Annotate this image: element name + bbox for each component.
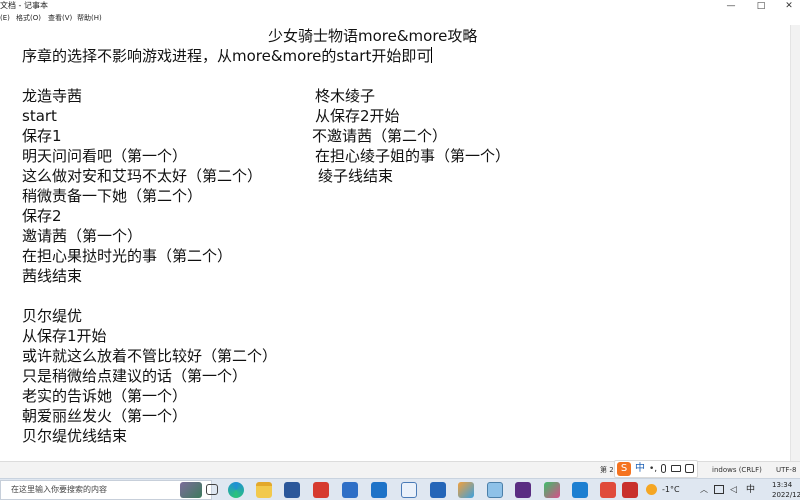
right-line: 绫子线结束 xyxy=(318,167,394,185)
left-line: 明天问问看吧（第一个） xyxy=(22,147,188,165)
left-line: 贝尔缇优线结束 xyxy=(22,427,128,445)
right-line: 从保存2开始 xyxy=(315,107,400,125)
menu-view[interactable]: 查看(V) xyxy=(48,12,72,25)
menu-format[interactable]: 格式(O) xyxy=(16,12,41,25)
search-placeholder: 在这里输入你要搜索的内容 xyxy=(11,485,107,494)
close-button[interactable]: ✕ xyxy=(778,0,800,12)
left-line: 龙造寺茜 xyxy=(22,87,83,105)
taskbar: 在这里输入你要搜索的内容 -1°C ︿ ◁ 中 13:34 2022/12 xyxy=(0,478,800,500)
menu-edit[interactable]: (E) xyxy=(0,12,10,25)
right-line: 在担心绫子姐的事（第一个） xyxy=(315,147,511,165)
left-line: 茜线结束 xyxy=(22,267,83,285)
menu-help[interactable]: 帮助(H) xyxy=(77,12,102,25)
right-line: 柊木绫子 xyxy=(315,87,376,105)
left-line: 保存2 xyxy=(22,207,62,225)
image-app-icon[interactable] xyxy=(572,482,588,498)
ime-toolbar[interactable]: S 中 •, xyxy=(614,460,698,478)
left-line: start xyxy=(22,107,57,125)
word-icon[interactable] xyxy=(284,482,300,498)
vertical-scrollbar[interactable] xyxy=(790,25,800,461)
clock[interactable]: 13:34 2022/12 xyxy=(770,479,800,500)
left-line: 保存1 xyxy=(22,127,62,145)
menu-bar: (E) 格式(O) 查看(V) 帮助(H) xyxy=(0,12,800,25)
task-view-icon[interactable] xyxy=(206,484,218,495)
left-line: 稍微责备一下她（第二个） xyxy=(22,187,203,205)
minimize-button[interactable]: — xyxy=(720,0,742,12)
encoding: UTF-8 xyxy=(776,466,797,474)
clock-time: 13:34 xyxy=(772,481,793,489)
keyboard-icon[interactable] xyxy=(671,465,681,472)
left-line: 朝爱丽丝发火（第一个） xyxy=(22,407,188,425)
maximize-button[interactable]: □ xyxy=(750,0,772,12)
left-line: 从保存1开始 xyxy=(22,327,107,345)
qq-music-icon[interactable] xyxy=(342,482,358,498)
file-explorer-icon[interactable] xyxy=(256,482,272,498)
left-line: 这么做对安和艾玛不太好（第二个） xyxy=(22,167,263,185)
ime-tray-label[interactable]: 中 xyxy=(746,479,755,500)
edge-icon[interactable] xyxy=(228,482,244,498)
left-line: 贝尔缇优 xyxy=(22,307,83,325)
weather-icon[interactable] xyxy=(646,484,657,495)
volume-icon[interactable]: ◁ xyxy=(730,479,737,500)
app-colorful-icon[interactable] xyxy=(458,482,474,498)
network-icon[interactable] xyxy=(714,485,724,494)
pdf-icon[interactable] xyxy=(313,482,329,498)
video-app-icon[interactable] xyxy=(515,482,531,498)
app-blue-icon[interactable] xyxy=(430,482,446,498)
ime-mode-label[interactable]: 中 xyxy=(635,461,645,477)
tray-expand-icon[interactable]: ︿ xyxy=(700,479,708,500)
microphone-icon[interactable] xyxy=(661,464,666,473)
left-line: 在担心果挞时光的事（第二个） xyxy=(22,247,233,265)
left-line: 邀请茜（第一个） xyxy=(22,227,143,245)
text-editor[interactable]: 少女骑士物语more&more攻略 序章的选择不影响游戏进程，从more&mor… xyxy=(0,25,790,461)
game-app-icon[interactable] xyxy=(544,482,560,498)
title-bar: 文档 - 记事本 — □ ✕ xyxy=(0,0,800,12)
clock-date: 2022/12 xyxy=(772,491,800,499)
window-title: 文档 - 记事本 xyxy=(0,1,48,10)
intro-line: 序章的选择不影响游戏进程，从more&more的start开始即可 xyxy=(22,46,433,66)
text-caret xyxy=(431,47,433,63)
cursor-position: 第 2 xyxy=(600,466,614,474)
intro-text: 序章的选择不影响游戏进程，从more&more的start开始即可 xyxy=(22,47,432,65)
punctuation-icon[interactable]: •, xyxy=(649,461,657,477)
app-network-icon[interactable] xyxy=(401,482,417,498)
temperature[interactable]: -1°C xyxy=(662,479,680,500)
left-line: 老实的告诉她（第一个） xyxy=(22,387,188,405)
red-app-icon[interactable] xyxy=(600,482,616,498)
right-line: 不邀请茜（第二个） xyxy=(312,127,448,145)
skin-icon[interactable] xyxy=(685,464,694,473)
sogou-logo-icon: S xyxy=(617,462,631,476)
left-line: 或许就这么放着不管比较好（第二个） xyxy=(22,347,278,365)
line-ending: indows (CRLF) xyxy=(712,466,762,474)
mail-icon[interactable] xyxy=(371,482,387,498)
left-line: 只是稍微给点建议的话（第一个） xyxy=(22,367,248,385)
search-highlight-icon[interactable] xyxy=(180,482,202,498)
document-title: 少女骑士物语more&more攻略 xyxy=(268,27,478,45)
notepad-icon[interactable] xyxy=(487,482,503,498)
pdf-reader-icon[interactable] xyxy=(622,482,638,498)
